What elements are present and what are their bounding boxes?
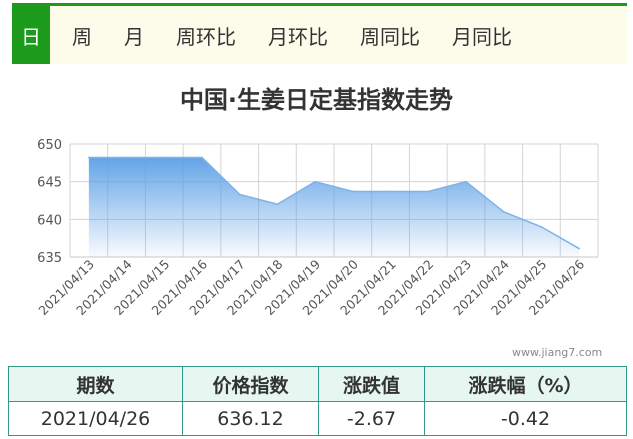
cell-change-value: -2.67 (318, 401, 425, 436)
header-change-value: 涨跌值 (318, 366, 425, 402)
cell-price-index: 636.12 (182, 401, 319, 436)
data-point (352, 190, 354, 193)
y-tick-label: 635 (37, 251, 62, 266)
y-tick-label: 645 (37, 176, 62, 191)
y-tick-label: 650 (37, 138, 62, 153)
data-point (238, 193, 241, 196)
data-point (125, 156, 128, 159)
data-point (578, 247, 580, 250)
data-point (427, 190, 430, 193)
summary-table: 期数 价格指数 涨跌值 涨跌幅（%） 2021/04/26 636.12 -2.… (8, 366, 627, 436)
cell-period: 2021/04/26 (8, 401, 183, 436)
data-point (88, 156, 90, 159)
table-row: 2021/04/26 636.12 -2.67 -0.42 (8, 401, 627, 436)
x-tick-layer: 2021/04/132021/04/142021/04/152021/04/16… (35, 256, 587, 318)
index-area-chart: 635 640 645 650 2021/04/132021/04/142021/04… (35, 138, 599, 318)
data-point (502, 211, 505, 213)
data-point (276, 203, 279, 206)
data-point (540, 226, 543, 228)
data-point (163, 156, 166, 159)
data-point (201, 156, 203, 159)
data-point (314, 180, 316, 183)
table-header-row: 期数 价格指数 涨跌值 涨跌幅（%） (8, 366, 627, 402)
y-tick-layer: 635 640 645 650 (37, 138, 62, 266)
cell-change-percent: -0.42 (424, 401, 627, 436)
header-price-index: 价格指数 (182, 366, 319, 402)
data-point (465, 180, 467, 183)
y-tick-label: 640 (37, 213, 62, 228)
header-change-percent: 涨跌幅（%） (424, 366, 627, 402)
header-period: 期数 (8, 366, 183, 402)
data-point (389, 190, 392, 193)
watermark: www.jiang7.com (512, 346, 603, 359)
